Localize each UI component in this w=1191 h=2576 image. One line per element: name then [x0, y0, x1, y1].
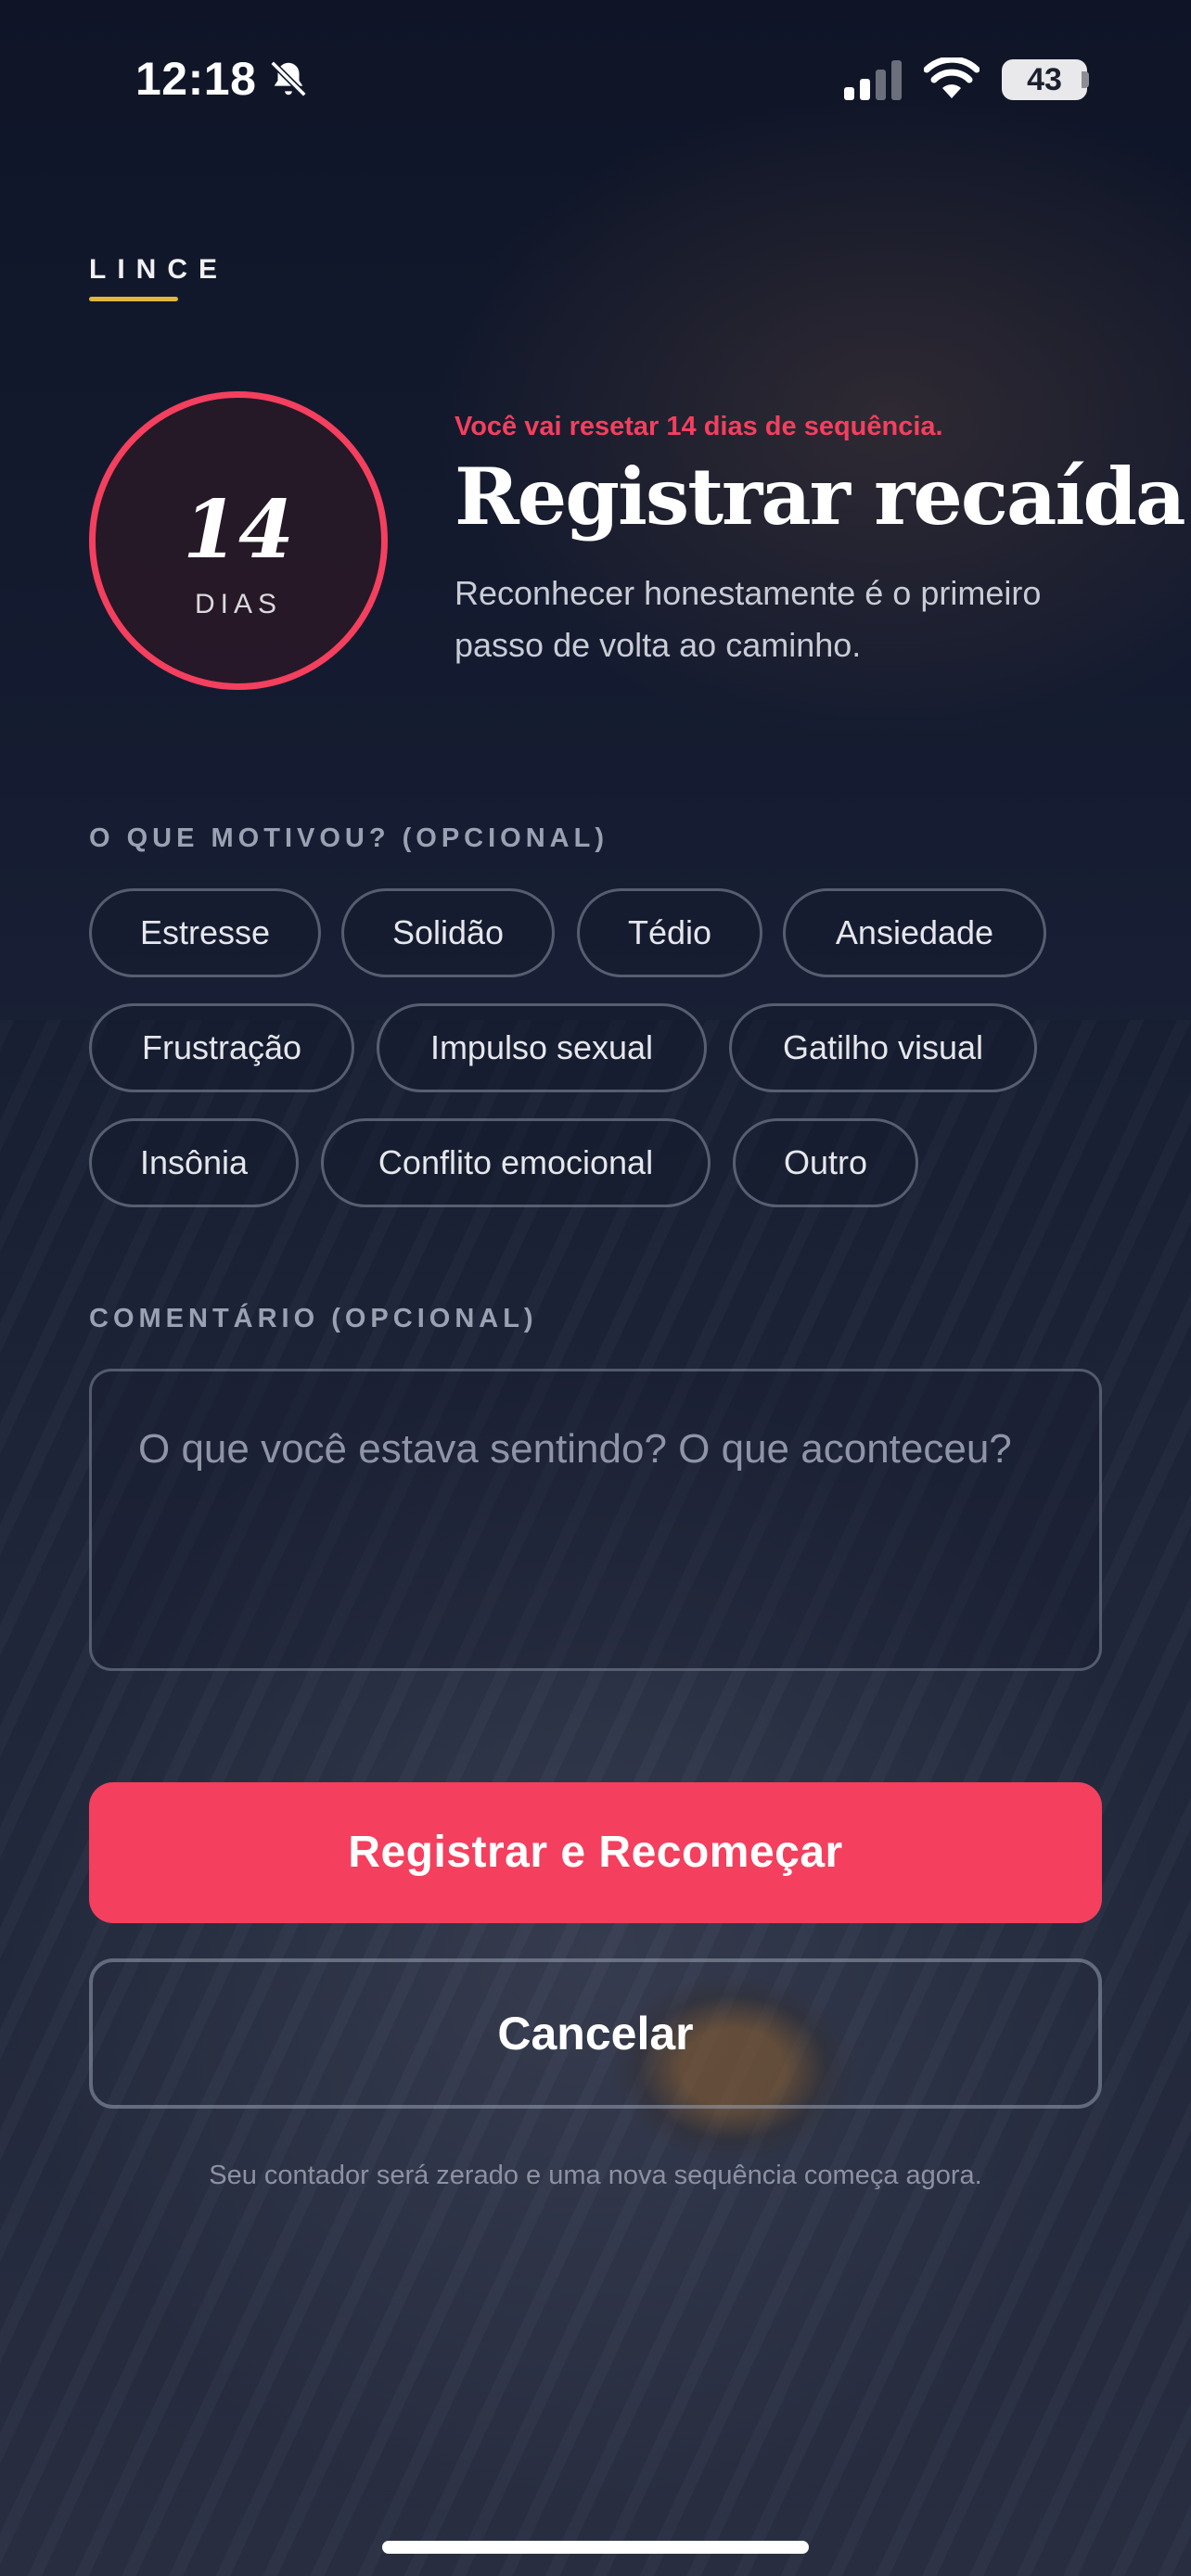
- streak-unit: DIAS: [194, 589, 283, 619]
- streak-counter-ring: 14 DIAS: [89, 391, 388, 690]
- battery-icon: 43: [1002, 59, 1087, 100]
- chip-tedio[interactable]: Tédio: [577, 888, 762, 977]
- streak-count: 14: [183, 483, 294, 577]
- reset-warning: Você vai resetar 14 dias de sequência.: [455, 412, 943, 441]
- screen: 12:18 43 LINCE 14 DIAS Você vai resetar …: [0, 0, 1191, 2576]
- chip-conflito-emocional[interactable]: Conflito emocional: [321, 1118, 711, 1207]
- home-indicator[interactable]: [382, 2541, 809, 2554]
- brand-logo: LINCE: [89, 254, 228, 285]
- comment-placeholder: O que você estava sentindo? O que aconte…: [138, 1426, 1012, 1472]
- chip-ansiedade[interactable]: Ansiedade: [783, 888, 1046, 977]
- chip-outro[interactable]: Outro: [733, 1118, 918, 1207]
- chip-solidao[interactable]: Solidão: [341, 888, 555, 977]
- chip-insonia[interactable]: Insônia: [89, 1118, 299, 1207]
- chip-gatilho-visual[interactable]: Gatilho visual: [729, 1003, 1037, 1092]
- comment-textarea[interactable]: O que você estava sentindo? O que aconte…: [89, 1369, 1102, 1671]
- page-title: Registrar recaída: [455, 451, 1186, 542]
- brand-underline: [89, 297, 178, 301]
- comment-label: COMENTÁRIO (OPCIONAL): [89, 1304, 538, 1333]
- bell-slash-icon: [270, 60, 307, 97]
- battery-level: 43: [1027, 62, 1062, 97]
- motives-label: O QUE MOTIVOU? (OPCIONAL): [89, 823, 608, 853]
- chip-frustracao[interactable]: Frustração: [89, 1003, 354, 1092]
- battery-nub: [1082, 71, 1089, 88]
- chip-impulso-sexual[interactable]: Impulso sexual: [377, 1003, 707, 1092]
- reset-footnote: Seu contador será zerado e uma nova sequ…: [209, 2161, 982, 2190]
- page-subtitle: Reconhecer honestamente é o primeiro pas…: [455, 574, 1042, 664]
- wifi-icon: [924, 57, 980, 98]
- status-time: 12:18: [135, 53, 257, 105]
- chip-estresse[interactable]: Estresse: [89, 888, 321, 977]
- register-and-restart-button[interactable]: Registrar e Recomeçar: [89, 1782, 1102, 1923]
- cancel-button[interactable]: Cancelar: [89, 1958, 1102, 2109]
- cellular-signal-icon: [844, 60, 902, 100]
